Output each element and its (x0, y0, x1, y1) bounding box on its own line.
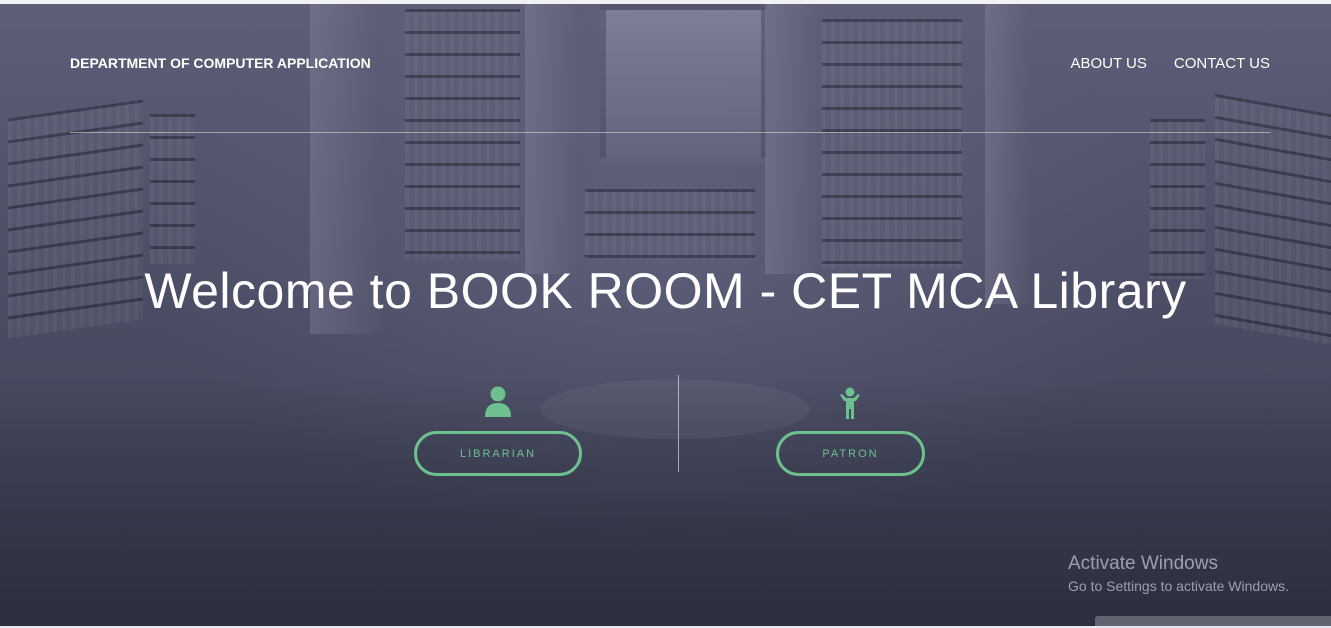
hero-section: DEPARTMENT OF COMPUTER APPLICATION ABOUT… (0, 4, 1331, 626)
activate-windows-subtitle: Go to Settings to activate Windows. (1068, 578, 1289, 594)
brand-title[interactable]: DEPARTMENT OF COMPUTER APPLICATION (70, 55, 371, 71)
librarian-button[interactable]: LIBRARIAN (414, 431, 582, 476)
user-icon (484, 385, 512, 422)
page-title: Welcome to BOOK ROOM - CET MCA Library (144, 263, 1187, 319)
window (600, 4, 767, 164)
activate-windows-watermark: Activate Windows Go to Settings to activ… (1068, 553, 1289, 594)
role-separator (678, 375, 679, 472)
nav-contact-us[interactable]: CONTACT US (1174, 55, 1270, 72)
bookshelf-center-right (822, 19, 962, 269)
child-icon (838, 387, 862, 425)
page: DEPARTMENT OF COMPUTER APPLICATION ABOUT… (0, 0, 1331, 628)
pillar-right (985, 4, 1030, 304)
bookshelf-center (585, 189, 755, 259)
pillar-center-right (765, 4, 820, 274)
nav-about-us[interactable]: ABOUT US (1070, 55, 1146, 72)
taskbar-edge (1095, 616, 1331, 626)
patron-button[interactable]: PATRON (776, 431, 925, 476)
bookshelf-left-inner (150, 114, 195, 264)
bookshelf-center-left (405, 9, 520, 259)
bookshelf-right-inner (1150, 119, 1205, 279)
activate-windows-title: Activate Windows (1068, 553, 1218, 574)
header-divider (70, 132, 1270, 133)
top-nav: ABOUT US CONTACT US (1070, 55, 1270, 72)
pillar-center-left (525, 4, 580, 274)
